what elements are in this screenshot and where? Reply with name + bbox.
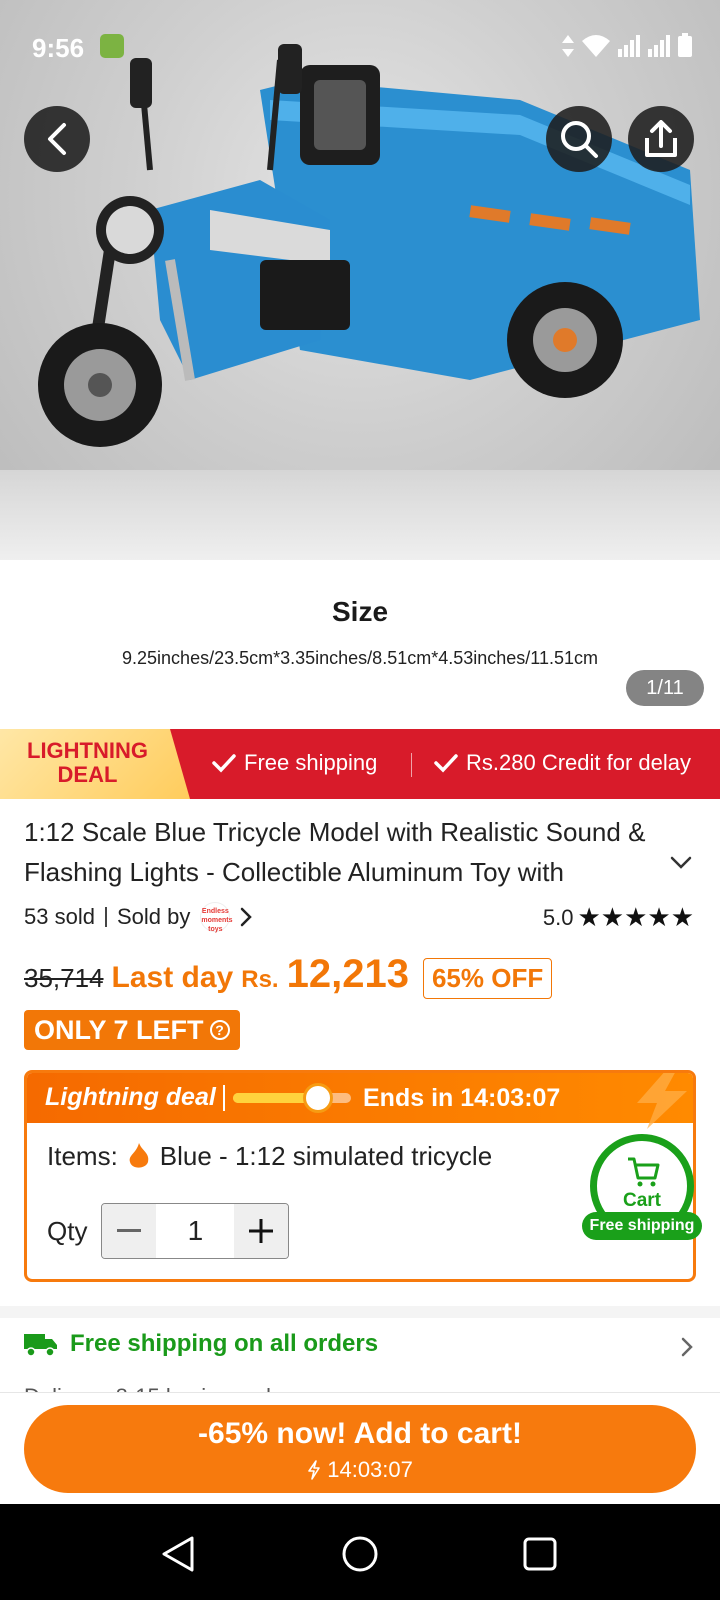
product-photo-tricycle [38, 44, 700, 447]
deal-countdown: Ends in 14:03:07 [363, 1084, 560, 1113]
cart-button[interactable]: Cart Free shipping [582, 1134, 702, 1246]
add-to-cart-button[interactable]: -65% now! Add to cart! 14:03:07 [24, 1405, 696, 1493]
share-icon [645, 120, 677, 157]
share-button[interactable] [628, 106, 694, 172]
lightning-deal-banner[interactable]: LIGHTNING DEAL Free shipping Rs.280 Cred… [0, 729, 720, 799]
bottom-cta-bar: -65% now! Add to cart! 14:03:07 [0, 1392, 720, 1504]
signal-icon-2 [648, 35, 670, 57]
stock-label: ONLY 7 LEFT [34, 1015, 204, 1045]
flame-icon [129, 1142, 149, 1168]
signal-icon [618, 35, 640, 57]
sold-divider [104, 907, 107, 927]
qty-label: Qty [47, 1215, 88, 1246]
deal-header: Lightning deal Ends in 14:03:07 [27, 1073, 693, 1129]
banner-divider [411, 753, 412, 777]
status-bar: 9:56 [0, 0, 720, 90]
nav-back-button[interactable] [158, 1534, 198, 1574]
product-image-gallery[interactable]: 9:56 [0, 0, 720, 560]
deal-title: Lightning deal [45, 1083, 216, 1111]
chevron-right-icon[interactable] [680, 1336, 694, 1358]
discount-badge: 65% OFF [422, 958, 553, 999]
truck-icon [24, 1334, 57, 1357]
lightning-deal-label-line1: LIGHTNING [27, 738, 148, 763]
image-caption: Size 9.25inches/23.5cm*3.35inches/8.51cm… [0, 560, 720, 728]
perk-credit-label: Rs.280 Credit for delay [466, 750, 691, 775]
check-icon [434, 754, 458, 773]
cta-countdown-time: 14:03:07 [327, 1457, 413, 1482]
lightning-deal-label-line2: DEAL [57, 762, 118, 787]
plus-icon [249, 1219, 274, 1243]
wifi-icon [582, 35, 610, 57]
square-recents-icon [523, 1537, 557, 1571]
add-to-cart-label: -65% now! Add to cart! [198, 1417, 522, 1450]
image-counter: 1/11 [626, 670, 704, 706]
quantity-row: Qty 1 [47, 1203, 290, 1259]
clock-icon [303, 1083, 333, 1113]
last-day-label: Last day [111, 961, 234, 994]
cart-icon [628, 1157, 660, 1187]
check-icon [212, 754, 236, 773]
expand-title-button[interactable] [670, 856, 692, 875]
seller-logo[interactable]: Endless moments toys [200, 902, 232, 933]
triangle-back-icon [162, 1536, 194, 1572]
perk-credit-for-delay: Rs.280 Credit for delay [434, 750, 691, 776]
perk-free-shipping-label: Free shipping [244, 750, 378, 775]
title-fade [560, 852, 660, 892]
price-row: 35,714 Last day Rs. 12,213 65% OFF [24, 952, 553, 999]
search-button[interactable] [546, 106, 612, 172]
sold-by-label: Sold by [116, 904, 191, 929]
battery-icon [678, 33, 692, 57]
currency: Rs. [241, 966, 279, 993]
quantity-stepper[interactable]: 1 [101, 1203, 290, 1259]
nav-recents-button[interactable] [520, 1534, 560, 1574]
quantity-value[interactable]: 1 [156, 1204, 234, 1258]
selected-variant: Blue - 1:12 simulated tricycle [159, 1141, 493, 1171]
help-icon: ? [209, 1020, 230, 1040]
back-button[interactable] [24, 106, 90, 172]
chevron-right-icon[interactable] [240, 907, 253, 927]
minus-icon [117, 1229, 142, 1232]
section-divider [0, 1306, 720, 1318]
deal-ends-label: Ends in [363, 1084, 454, 1112]
lightning-deal-label: LIGHTNING DEAL [0, 739, 175, 787]
shipping-info-row[interactable]: Free shipping on all orders [24, 1330, 378, 1358]
data-arrows-icon [562, 35, 574, 57]
chevron-left-icon [48, 123, 66, 155]
perk-free-shipping: Free shipping [212, 750, 377, 776]
search-icon [561, 121, 598, 158]
system-navigation-bar [0, 1504, 720, 1600]
size-title: Size [331, 596, 389, 627]
deal-divider [223, 1085, 225, 1111]
deal-ends-time: 14:03:07 [460, 1084, 561, 1112]
stock-badge[interactable]: ONLY 7 LEFT ? [24, 1010, 240, 1050]
star-rating-icons: ★★★★★ [577, 902, 694, 932]
android-app-icon [100, 34, 124, 58]
sale-price: 12,213 [286, 952, 409, 996]
status-icons [562, 33, 692, 57]
items-row[interactable]: Items: Blue - 1:12 simulated tricycle [47, 1141, 492, 1172]
increase-quantity-button[interactable] [234, 1204, 289, 1258]
original-price: 35,714 [24, 963, 104, 993]
sold-count: 53 sold [24, 904, 95, 929]
sales-row: 53 sold Sold by Endless moments toys [24, 902, 253, 933]
rating-value: 5.0 [542, 904, 574, 930]
nav-home-button[interactable] [340, 1534, 380, 1574]
lightning-outline-icon [308, 1460, 320, 1480]
deal-progress-bar [233, 1093, 351, 1103]
status-time: 9:56 [32, 33, 85, 63]
rating[interactable]: 5.0 ★★★★★ [543, 902, 694, 933]
decrease-quantity-button[interactable] [102, 1204, 157, 1258]
size-detail: 9.25inches/23.5cm*3.35inches/8.51cm*4.53… [122, 648, 598, 668]
cta-countdown: 14:03:07 [24, 1457, 696, 1483]
cart-free-shipping: Free shipping [582, 1212, 702, 1240]
items-label: Items: [47, 1141, 118, 1171]
cart-label: Cart [622, 1190, 661, 1211]
shipping-label: Free shipping on all orders [70, 1330, 379, 1357]
circle-home-icon [342, 1536, 378, 1572]
lightning-icon [637, 1073, 687, 1129]
chevron-down-icon [670, 856, 692, 869]
